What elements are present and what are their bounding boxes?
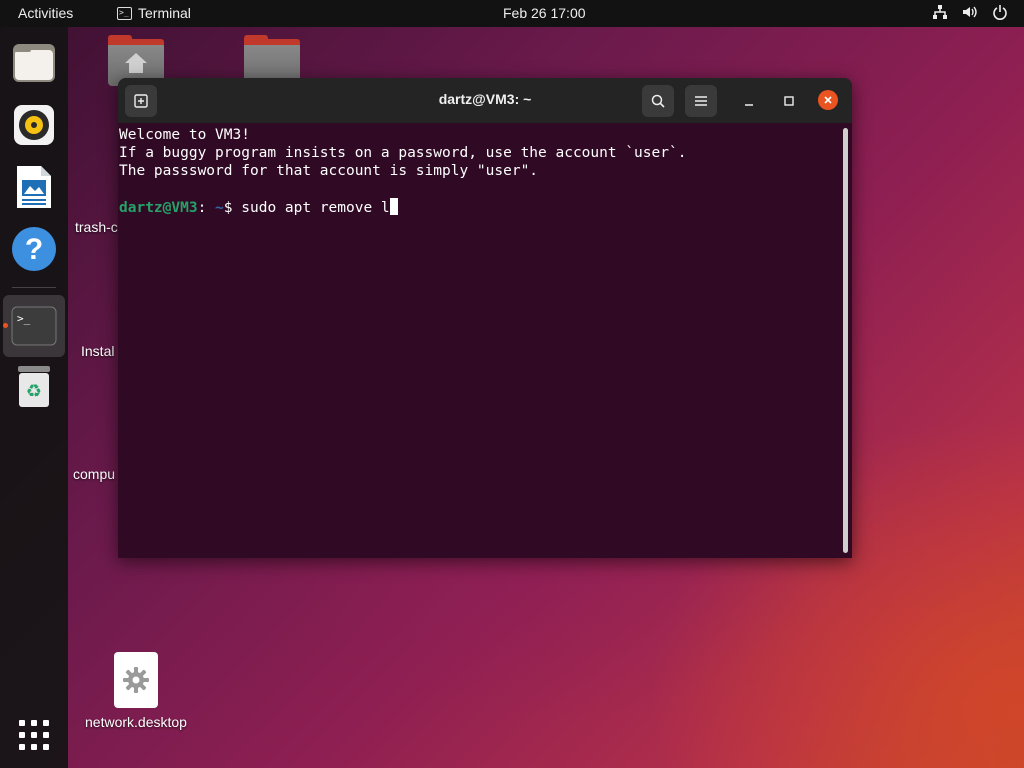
text-cursor xyxy=(389,198,398,215)
system-tray[interactable] xyxy=(932,4,1008,20)
desktop-icon-trash[interactable]: trash-c xyxy=(75,219,118,235)
maximize-icon xyxy=(784,96,794,106)
prompt-separator: : xyxy=(197,200,207,216)
desktop-icon-label: trash-c xyxy=(75,219,118,235)
desktop-icon-label: network.desktop xyxy=(85,714,187,730)
top-bar: Activities >_ Terminal Feb 26 17:00 xyxy=(0,0,1024,27)
minimize-button[interactable] xyxy=(737,89,761,113)
svg-text:♻: ♻ xyxy=(26,381,42,402)
volume-icon[interactable] xyxy=(962,4,978,20)
libreoffice-impress-icon[interactable] xyxy=(10,163,58,211)
desktop-icon-label: Instal xyxy=(81,343,115,359)
dock-separator xyxy=(12,287,56,288)
app-menu[interactable]: >_ Terminal xyxy=(117,5,191,21)
terminal-output[interactable]: Welcome to VM3! If a buggy program insist… xyxy=(119,126,839,556)
settings-file-icon xyxy=(114,652,158,708)
minimize-icon xyxy=(745,104,753,106)
help-icon[interactable]: ? xyxy=(10,225,58,273)
desktop-icon-network[interactable]: network.desktop xyxy=(78,652,194,730)
show-apps-icon[interactable] xyxy=(10,711,58,759)
close-icon xyxy=(824,96,832,104)
dock: ? >_ ♻ xyxy=(0,27,68,768)
search-button[interactable] xyxy=(642,85,674,117)
clock[interactable]: Feb 26 17:00 xyxy=(503,5,586,21)
desktop-icon-install[interactable]: Instal xyxy=(81,343,114,359)
scrollbar[interactable] xyxy=(843,128,848,553)
hamburger-icon xyxy=(695,96,707,106)
desktop-icon-label: compu xyxy=(73,466,116,482)
running-indicator xyxy=(3,323,8,328)
svg-text:>_: >_ xyxy=(17,312,31,325)
command-input[interactable]: sudo apt remove l xyxy=(241,200,389,216)
prompt-user: dartz@VM3 xyxy=(119,200,198,216)
menu-button[interactable] xyxy=(685,85,717,117)
terminal-line: The passsword for that account is simply… xyxy=(119,163,539,179)
files-icon[interactable] xyxy=(10,39,58,87)
terminal-line: Welcome to VM3! xyxy=(119,127,250,143)
prompt-path: ~ xyxy=(206,200,224,216)
terminal-titlebar[interactable]: dartz@VM3: ~ xyxy=(118,78,852,123)
terminal-icon: >_ xyxy=(117,6,132,20)
network-icon[interactable] xyxy=(932,4,948,20)
desktop-icon-computer[interactable]: compu xyxy=(73,466,115,482)
app-menu-label: Terminal xyxy=(138,5,191,21)
terminal-window[interactable]: dartz@VM3: ~ Welcome to VM3! If a buggy … xyxy=(118,78,852,558)
gear-icon xyxy=(123,667,149,693)
search-icon xyxy=(651,94,665,108)
terminal-prompt-line: dartz@VM3: ~$ sudo apt remove l xyxy=(119,198,839,217)
power-icon[interactable] xyxy=(992,4,1008,20)
rhythmbox-icon[interactable] xyxy=(10,101,58,149)
close-button[interactable] xyxy=(818,90,838,110)
trash-icon[interactable]: ♻ xyxy=(10,363,58,411)
prompt-symbol: $ xyxy=(223,200,242,216)
terminal-icon[interactable]: >_ xyxy=(10,302,58,350)
maximize-button[interactable] xyxy=(777,89,801,113)
svg-text:?: ? xyxy=(25,233,43,266)
terminal-line: If a buggy program insists on a password… xyxy=(119,145,687,161)
activities-button[interactable]: Activities xyxy=(18,5,73,21)
